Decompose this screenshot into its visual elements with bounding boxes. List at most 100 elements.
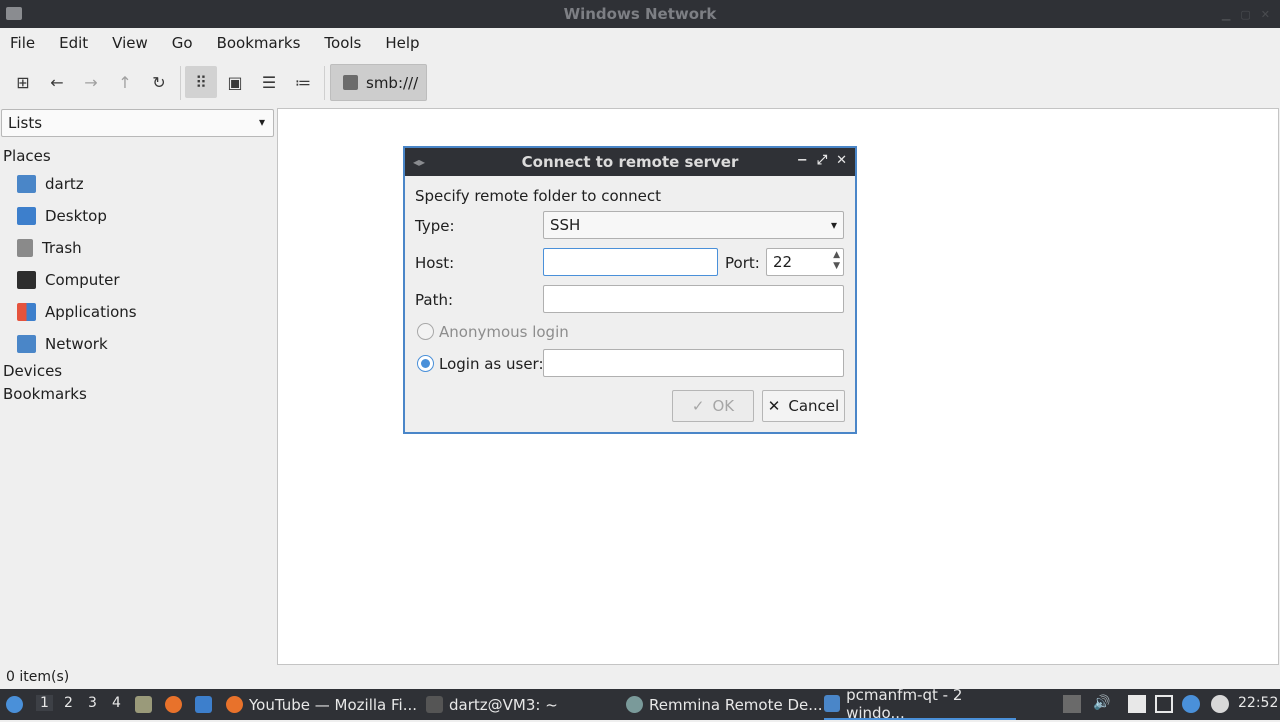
menu-bar: File Edit View Go Bookmarks Tools Help (0, 28, 1280, 58)
desktop-switch-4[interactable]: 4 (112, 695, 121, 711)
desktop-switch-2[interactable]: 2 (64, 695, 73, 711)
menu-view[interactable]: View (112, 34, 148, 52)
eject-icon[interactable] (1063, 695, 1081, 713)
places-header[interactable]: Places (3, 147, 51, 165)
detailed-list-icon[interactable]: ≔ (287, 66, 319, 98)
minimize-icon[interactable]: ▁ (1222, 8, 1230, 21)
chevron-down-icon: ▾ (830, 218, 837, 232)
sidebar-item-label: Network (45, 335, 108, 353)
port-spinbox[interactable]: 22 ▲ ▼ (766, 248, 844, 276)
login-as-user-radio[interactable] (417, 355, 434, 372)
sidebar-mode-select[interactable]: Lists ▾ (1, 109, 274, 137)
dialog-close-icon[interactable]: ✕ (836, 153, 847, 168)
sidebar-item-applications[interactable]: Applications (17, 300, 137, 324)
dialog-maximize-icon[interactable]: ⤢ (817, 153, 827, 168)
menu-bookmarks[interactable]: Bookmarks (217, 34, 301, 52)
ok-button[interactable]: ✓ OK (672, 390, 754, 422)
ok-button-label: OK (712, 397, 735, 415)
sidebar-item-network[interactable]: Network (17, 332, 108, 356)
menu-file[interactable]: File (10, 34, 35, 52)
desktop-switch-3[interactable]: 3 (88, 695, 97, 711)
type-label: Type: (415, 217, 455, 235)
terminal-icon (426, 696, 443, 713)
maximize-icon[interactable]: ▢ (1240, 8, 1250, 21)
launcher-desktop[interactable] (195, 689, 212, 720)
start-menu-button[interactable] (6, 689, 23, 720)
trash-icon (17, 239, 33, 257)
settings-icon[interactable] (1211, 695, 1229, 713)
drag-grip-icon: ◂▸ (413, 155, 426, 169)
toolbar: ⊞ ← → ↑ ↻ ⠿ ▣ ☰ ≔ smb:/// (0, 62, 1280, 102)
cancel-button-label: Cancel (788, 397, 840, 415)
task-firefox[interactable]: YouTube — Mozilla Fi... (226, 689, 417, 720)
volume-icon[interactable]: 🔊 (1093, 695, 1111, 713)
menu-help[interactable]: Help (385, 34, 419, 52)
forward-icon[interactable]: → (75, 66, 107, 98)
anonymous-login-radio[interactable] (417, 323, 434, 340)
launcher-firefox[interactable] (165, 689, 182, 720)
sidebar-item-computer[interactable]: Computer (17, 268, 120, 292)
dialog-minimize-icon[interactable]: − (797, 153, 808, 168)
path-label: Path: (415, 291, 454, 309)
status-item-count: 0 item(s) (6, 669, 70, 685)
username-input[interactable] (543, 349, 844, 377)
up-icon[interactable]: ↑ (109, 66, 141, 98)
start-menu-icon (6, 696, 23, 713)
check-icon: ✓ (691, 397, 705, 415)
thumbnail-view-icon[interactable]: ▣ (219, 66, 251, 98)
menu-tools[interactable]: Tools (324, 34, 361, 52)
cancel-button[interactable]: ✕ Cancel (762, 390, 845, 422)
notification-icon[interactable] (1182, 695, 1200, 713)
host-label: Host: (415, 254, 455, 272)
toolbar-separator (324, 66, 325, 100)
devices-header[interactable]: Devices (3, 362, 62, 380)
sidebar-item-desktop[interactable]: Desktop (17, 204, 107, 228)
window-title: Windows Network (563, 5, 717, 23)
firefox-icon (165, 696, 182, 713)
clipboard-icon[interactable] (1128, 695, 1146, 713)
task-label: Remmina Remote De... (649, 695, 823, 714)
chevron-down-icon: ▾ (258, 115, 265, 129)
menu-edit[interactable]: Edit (59, 34, 88, 52)
back-icon[interactable]: ← (41, 66, 73, 98)
applications-icon (17, 303, 36, 321)
path-input[interactable] (543, 285, 844, 313)
network-drive-icon (343, 75, 358, 90)
type-select[interactable]: SSH ▾ (543, 211, 844, 239)
sidebar-item-dartz[interactable]: dartz (17, 172, 84, 196)
sidebar-mode-value: Lists (8, 114, 43, 132)
menu-go[interactable]: Go (172, 34, 193, 52)
dialog-heading: Specify remote folder to connect (415, 187, 662, 205)
port-label: Port: (725, 254, 760, 272)
host-input[interactable] (543, 248, 718, 276)
icon-view-icon[interactable]: ⠿ (185, 66, 217, 98)
folder-icon (824, 695, 841, 712)
launcher-file-manager[interactable] (135, 689, 152, 720)
new-tab-icon[interactable]: ⊞ (7, 66, 39, 98)
desktop-switch-1[interactable]: 1 (36, 695, 53, 711)
task-pcmanfm[interactable]: pcmanfm-qt - 2 windo... (824, 686, 1016, 722)
spin-up-icon[interactable]: ▲ (833, 250, 840, 261)
display-icon[interactable] (1155, 695, 1173, 713)
sidebar-item-label: Trash (42, 239, 82, 257)
path-label: smb:/// (366, 73, 419, 92)
spin-down-icon[interactable]: ▼ (833, 261, 840, 272)
bookmarks-header[interactable]: Bookmarks (3, 385, 87, 403)
dialog-titlebar[interactable]: ◂▸ Connect to remote server − ⤢ ✕ (405, 148, 855, 176)
login-as-user-label: Login as user: (439, 355, 544, 373)
compact-view-icon[interactable]: ☰ (253, 66, 285, 98)
dialog-title: Connect to remote server (521, 153, 739, 171)
sidebar-item-trash[interactable]: Trash (17, 236, 82, 260)
toolbar-separator (180, 66, 181, 100)
task-terminal[interactable]: dartz@VM3: ~ (426, 689, 558, 720)
path-button[interactable]: smb:/// (330, 64, 427, 101)
reload-icon[interactable]: ↻ (143, 66, 175, 98)
sidebar-item-label: Desktop (45, 207, 107, 225)
task-remmina[interactable]: Remmina Remote De... (626, 689, 823, 720)
task-label: dartz@VM3: ~ (449, 695, 558, 714)
home-folder-icon (17, 175, 36, 193)
sidebar-item-label: dartz (45, 175, 84, 193)
connect-dialog: ◂▸ Connect to remote server − ⤢ ✕ Specif… (403, 146, 857, 434)
close-icon[interactable]: ✕ (1261, 8, 1270, 21)
anonymous-login-label: Anonymous login (439, 323, 569, 341)
